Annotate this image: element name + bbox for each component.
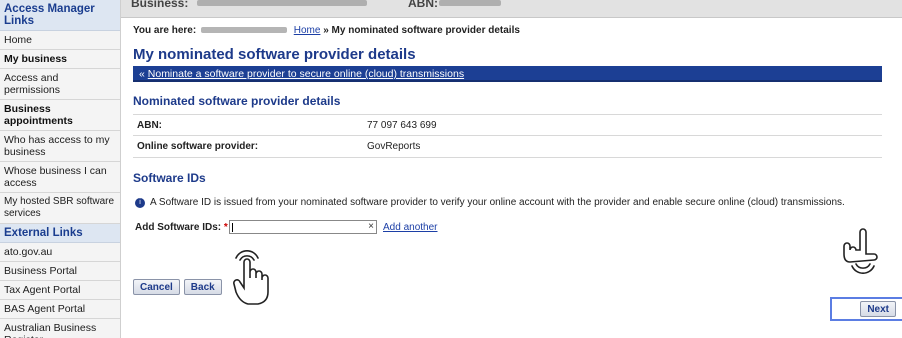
add-another-link[interactable]: Add another (383, 222, 438, 233)
form-button-group: Cancel Back (133, 279, 222, 295)
sidebar: Access Manager Links Home My business Ac… (0, 0, 121, 338)
detail-key: ABN: (137, 119, 162, 131)
breadcrumb: You are here: Home » My nominated softwa… (133, 25, 882, 39)
sidebar-item-abr[interactable]: Australian Business Register (0, 319, 120, 338)
sidebar-item-whose-business[interactable]: Whose business I can access (0, 162, 120, 193)
next-button-highlight: Next (830, 297, 902, 321)
tap-hand-icon (233, 250, 269, 305)
sidebar-item-business-portal[interactable]: Business Portal (0, 262, 120, 281)
text-caret (232, 223, 233, 232)
sidebar-section-access-manager-title: Access Manager Links (0, 0, 120, 31)
tap-hand-icon (843, 228, 878, 274)
sidebar-item-business-appointments[interactable]: Business appointments (0, 100, 120, 131)
sidebar-item-who-has-access[interactable]: Who has access to my business (0, 131, 120, 162)
detail-key: Online software provider: (137, 141, 259, 152)
sidebar-item-access-and-permissions[interactable]: Access and permissions (0, 69, 120, 100)
breadcrumb-separator: » (323, 25, 329, 36)
sidebar-item-tax-agent-portal[interactable]: Tax Agent Portal (0, 281, 120, 300)
redacted-abn (439, 0, 501, 6)
sidebar-item-home[interactable]: Home (0, 31, 120, 50)
content-area: You are here: Home » My nominated softwa… (133, 20, 902, 321)
breadcrumb-current: My nominated software provider details (331, 25, 520, 36)
cancel-button[interactable]: Cancel (133, 279, 180, 295)
abn-label: ABN: (408, 0, 438, 10)
info-icon: i (135, 198, 145, 208)
detail-row-provider: Online software provider: GovReports (133, 136, 882, 158)
business-header-bar: Business: ABN: (121, 0, 902, 18)
sidebar-section-external-links-title: External Links (0, 224, 120, 243)
detail-value: 77 097 643 699 (367, 119, 437, 131)
add-software-id-label: Add Software IDs: * (135, 221, 228, 233)
nominate-provider-link[interactable]: Nominate a software provider to secure o… (148, 68, 464, 80)
detail-value: GovReports (367, 141, 421, 152)
breadcrumb-home-link[interactable]: Home (294, 25, 321, 36)
sidebar-item-hosted-sbr[interactable]: My hosted SBR software services (0, 193, 120, 224)
back-button[interactable]: Back (183, 279, 222, 295)
nominate-provider-banner: « Nominate a software provider to secure… (133, 66, 882, 82)
page-title: My nominated software provider details (133, 46, 416, 63)
provider-details-heading: Nominated software provider details (133, 94, 341, 108)
sidebar-item-my-business[interactable]: My business (0, 50, 120, 69)
redacted-crumb (200, 26, 287, 33)
breadcrumb-prefix: You are here: (133, 25, 197, 36)
software-ids-heading: Software IDs (133, 171, 206, 185)
redacted-business-name (197, 0, 367, 6)
software-id-input[interactable]: × (229, 220, 377, 234)
next-button[interactable]: Next (860, 301, 896, 317)
clear-icon[interactable]: × (368, 221, 374, 233)
add-software-id-field: Add Software IDs: * × Add another (133, 220, 882, 234)
sidebar-item-ato[interactable]: ato.gov.au (0, 243, 120, 262)
chevron-left-icon: « (139, 68, 145, 80)
software-id-info: i A Software ID is issued from your nomi… (133, 197, 882, 209)
business-label: Business: (131, 0, 189, 10)
sidebar-item-bas-agent-portal[interactable]: BAS Agent Portal (0, 300, 120, 319)
detail-row-abn: ABN: 77 097 643 699 (133, 114, 882, 136)
software-id-info-text: A Software ID is issued from your nomina… (150, 197, 845, 208)
